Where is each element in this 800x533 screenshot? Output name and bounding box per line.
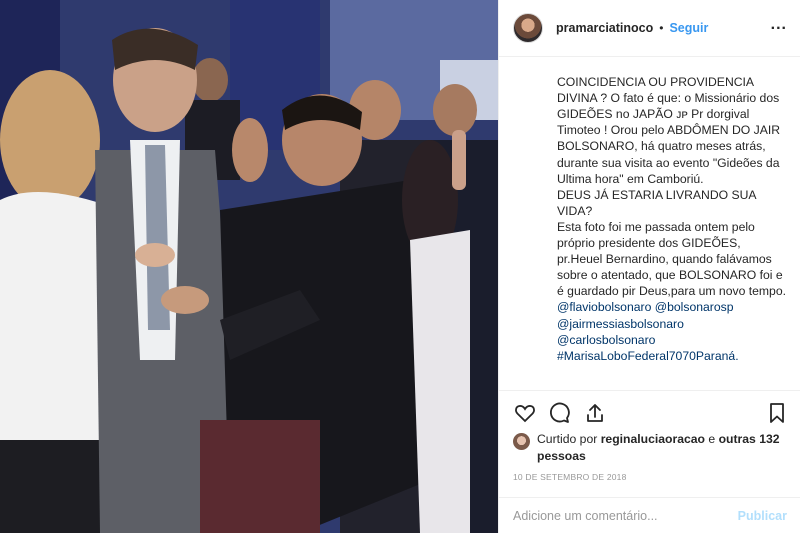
follow-button[interactable]: Seguir: [669, 21, 708, 35]
caption-tags: @flaviobolsonaro @bolsonarosp @jairmessi…: [557, 299, 789, 363]
caption-text: COINCIDENCIA OU PROVIDENCIA DIVINA ? O f…: [557, 75, 786, 299]
share-icon[interactable]: [583, 401, 607, 425]
likes-text: Curtido por reginaluciaoracao e outras 1…: [537, 431, 787, 465]
comment-icon[interactable]: [547, 401, 571, 425]
post-photo[interactable]: [0, 0, 498, 533]
liker-avatar[interactable]: [513, 433, 530, 450]
more-options-icon[interactable]: ...: [771, 17, 787, 33]
user-avatar[interactable]: [513, 13, 543, 43]
heart-icon[interactable]: [513, 401, 537, 425]
tag-link[interactable]: @jairmessiasbolsonaro: [557, 316, 789, 332]
publish-button[interactable]: Publicar: [738, 509, 787, 523]
likes-mid: e: [705, 432, 719, 446]
post-date[interactable]: 10 DE SETEMBRO DE 2018: [513, 472, 627, 482]
post-side-panel: pramarciatinoco • Seguir ... COINCIDENCI…: [498, 0, 800, 533]
post-header: pramarciatinoco • Seguir ...: [499, 0, 800, 57]
username-link[interactable]: pramarciatinoco: [556, 21, 653, 35]
photo-illustration: [0, 0, 498, 533]
liker-username[interactable]: reginaluciaoracao: [601, 432, 705, 446]
instagram-post: pramarciatinoco • Seguir ... COINCIDENCI…: [0, 0, 800, 533]
likes-prefix: Curtido por: [537, 432, 601, 446]
post-caption: COINCIDENCIA OU PROVIDENCIA DIVINA ? O f…: [557, 58, 789, 380]
hashtag-link[interactable]: #MarisaLoboFederal7070Paraná.: [557, 348, 789, 364]
tag-link[interactable]: @carlosbolsonaro: [557, 332, 789, 348]
separator-dot: •: [659, 21, 664, 35]
comment-box: Adicione um comentário... Publicar: [499, 497, 800, 533]
action-bar: [513, 401, 789, 425]
post-actions-section: Curtido por reginaluciaoracao e outras 1…: [499, 390, 800, 482]
comment-input[interactable]: Adicione um comentário...: [513, 509, 658, 523]
bookmark-icon[interactable]: [765, 401, 789, 425]
tag-link[interactable]: @flaviobolsonaro @bolsonarosp: [557, 299, 789, 315]
